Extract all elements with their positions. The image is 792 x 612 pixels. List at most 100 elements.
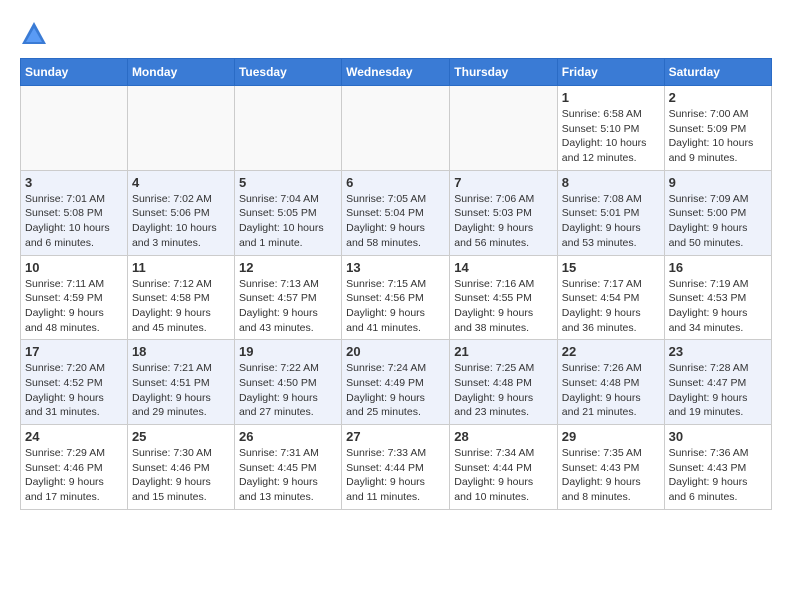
day-info: Sunrise: 7:02 AM Sunset: 5:06 PM Dayligh…	[132, 192, 230, 251]
weekday-header: Sunday	[21, 59, 128, 86]
calendar-cell: 23 Sunrise: 7:28 AM Sunset: 4:47 PM Dayli…	[664, 340, 771, 425]
day-info: Sunrise: 7:36 AM Sunset: 4:43 PM Dayligh…	[669, 446, 767, 505]
day-number: 10	[25, 260, 123, 275]
day-number: 23	[669, 344, 767, 359]
calendar-cell: 14 Sunrise: 7:16 AM Sunset: 4:55 PM Dayli…	[450, 255, 558, 340]
calendar-cell	[450, 86, 558, 171]
day-number: 14	[454, 260, 553, 275]
day-number: 3	[25, 175, 123, 190]
day-number: 12	[239, 260, 337, 275]
day-number: 18	[132, 344, 230, 359]
day-number: 29	[562, 429, 660, 444]
weekday-header: Monday	[127, 59, 234, 86]
day-info: Sunrise: 7:21 AM Sunset: 4:51 PM Dayligh…	[132, 361, 230, 420]
day-number: 17	[25, 344, 123, 359]
logo-icon	[20, 20, 48, 48]
day-number: 24	[25, 429, 123, 444]
calendar-cell: 2 Sunrise: 7:00 AM Sunset: 5:09 PM Daylig…	[664, 86, 771, 171]
calendar-cell: 29 Sunrise: 7:35 AM Sunset: 4:43 PM Dayli…	[557, 425, 664, 510]
weekday-header: Tuesday	[234, 59, 341, 86]
day-number: 30	[669, 429, 767, 444]
calendar-cell: 26 Sunrise: 7:31 AM Sunset: 4:45 PM Dayli…	[234, 425, 341, 510]
calendar-cell: 30 Sunrise: 7:36 AM Sunset: 4:43 PM Dayli…	[664, 425, 771, 510]
day-info: Sunrise: 7:26 AM Sunset: 4:48 PM Dayligh…	[562, 361, 660, 420]
day-info: Sunrise: 7:11 AM Sunset: 4:59 PM Dayligh…	[25, 277, 123, 336]
day-number: 21	[454, 344, 553, 359]
calendar-cell: 10 Sunrise: 7:11 AM Sunset: 4:59 PM Dayli…	[21, 255, 128, 340]
day-number: 8	[562, 175, 660, 190]
day-number: 20	[346, 344, 445, 359]
day-info: Sunrise: 7:35 AM Sunset: 4:43 PM Dayligh…	[562, 446, 660, 505]
day-number: 7	[454, 175, 553, 190]
calendar-header: SundayMondayTuesdayWednesdayThursdayFrid…	[21, 59, 772, 86]
day-number: 16	[669, 260, 767, 275]
calendar-cell	[234, 86, 341, 171]
day-info: Sunrise: 7:19 AM Sunset: 4:53 PM Dayligh…	[669, 277, 767, 336]
day-number: 27	[346, 429, 445, 444]
day-info: Sunrise: 7:15 AM Sunset: 4:56 PM Dayligh…	[346, 277, 445, 336]
weekday-header: Saturday	[664, 59, 771, 86]
day-info: Sunrise: 7:34 AM Sunset: 4:44 PM Dayligh…	[454, 446, 553, 505]
day-info: Sunrise: 6:58 AM Sunset: 5:10 PM Dayligh…	[562, 107, 660, 166]
calendar-cell: 20 Sunrise: 7:24 AM Sunset: 4:49 PM Dayli…	[342, 340, 450, 425]
calendar-cell: 19 Sunrise: 7:22 AM Sunset: 4:50 PM Dayli…	[234, 340, 341, 425]
calendar-cell: 8 Sunrise: 7:08 AM Sunset: 5:01 PM Daylig…	[557, 170, 664, 255]
day-info: Sunrise: 7:00 AM Sunset: 5:09 PM Dayligh…	[669, 107, 767, 166]
day-info: Sunrise: 7:13 AM Sunset: 4:57 PM Dayligh…	[239, 277, 337, 336]
day-info: Sunrise: 7:22 AM Sunset: 4:50 PM Dayligh…	[239, 361, 337, 420]
day-number: 1	[562, 90, 660, 105]
day-number: 19	[239, 344, 337, 359]
calendar-cell	[342, 86, 450, 171]
day-info: Sunrise: 7:20 AM Sunset: 4:52 PM Dayligh…	[25, 361, 123, 420]
day-info: Sunrise: 7:31 AM Sunset: 4:45 PM Dayligh…	[239, 446, 337, 505]
day-info: Sunrise: 7:06 AM Sunset: 5:03 PM Dayligh…	[454, 192, 553, 251]
day-number: 6	[346, 175, 445, 190]
day-number: 5	[239, 175, 337, 190]
calendar-table: SundayMondayTuesdayWednesdayThursdayFrid…	[20, 58, 772, 510]
day-number: 13	[346, 260, 445, 275]
day-info: Sunrise: 7:28 AM Sunset: 4:47 PM Dayligh…	[669, 361, 767, 420]
calendar-cell: 3 Sunrise: 7:01 AM Sunset: 5:08 PM Daylig…	[21, 170, 128, 255]
day-info: Sunrise: 7:09 AM Sunset: 5:00 PM Dayligh…	[669, 192, 767, 251]
calendar-cell	[127, 86, 234, 171]
day-info: Sunrise: 7:25 AM Sunset: 4:48 PM Dayligh…	[454, 361, 553, 420]
weekday-header: Thursday	[450, 59, 558, 86]
weekday-header: Friday	[557, 59, 664, 86]
calendar-cell: 24 Sunrise: 7:29 AM Sunset: 4:46 PM Dayli…	[21, 425, 128, 510]
day-info: Sunrise: 7:01 AM Sunset: 5:08 PM Dayligh…	[25, 192, 123, 251]
day-number: 25	[132, 429, 230, 444]
calendar-cell: 5 Sunrise: 7:04 AM Sunset: 5:05 PM Daylig…	[234, 170, 341, 255]
day-info: Sunrise: 7:33 AM Sunset: 4:44 PM Dayligh…	[346, 446, 445, 505]
calendar-cell: 15Sunrise: 7:17 AM Sunset: 4:54 PM Dayli…	[557, 255, 664, 340]
day-info: Sunrise: 7:29 AM Sunset: 4:46 PM Dayligh…	[25, 446, 123, 505]
calendar-cell: 1 Sunrise: 6:58 AM Sunset: 5:10 PM Daylig…	[557, 86, 664, 171]
day-info: Sunrise: 7:08 AM Sunset: 5:01 PM Dayligh…	[562, 192, 660, 251]
day-number: 4	[132, 175, 230, 190]
day-info: Sunrise: 7:12 AM Sunset: 4:58 PM Dayligh…	[132, 277, 230, 336]
day-info: Sunrise: 7:30 AM Sunset: 4:46 PM Dayligh…	[132, 446, 230, 505]
day-info: Sunrise: 7:17 AM Sunset: 4:54 PM Dayligh…	[562, 277, 660, 336]
calendar-cell: 17 Sunrise: 7:20 AM Sunset: 4:52 PM Dayli…	[21, 340, 128, 425]
calendar-cell: 18 Sunrise: 7:21 AM Sunset: 4:51 PM Dayli…	[127, 340, 234, 425]
calendar-cell: 16 Sunrise: 7:19 AM Sunset: 4:53 PM Dayli…	[664, 255, 771, 340]
calendar-cell: 6 Sunrise: 7:05 AM Sunset: 5:04 PM Daylig…	[342, 170, 450, 255]
weekday-header: Wednesday	[342, 59, 450, 86]
calendar-cell: 12 Sunrise: 7:13 AM Sunset: 4:57 PM Dayli…	[234, 255, 341, 340]
day-info: Sunrise: 7:04 AM Sunset: 5:05 PM Dayligh…	[239, 192, 337, 251]
calendar-cell: 21 Sunrise: 7:25 AM Sunset: 4:48 PM Dayli…	[450, 340, 558, 425]
day-number: 11	[132, 260, 230, 275]
calendar-cell: 4 Sunrise: 7:02 AM Sunset: 5:06 PM Daylig…	[127, 170, 234, 255]
calendar-cell	[21, 86, 128, 171]
day-info: Sunrise: 7:16 AM Sunset: 4:55 PM Dayligh…	[454, 277, 553, 336]
day-info: Sunrise: 7:24 AM Sunset: 4:49 PM Dayligh…	[346, 361, 445, 420]
day-number: 28	[454, 429, 553, 444]
calendar-cell: 25 Sunrise: 7:30 AM Sunset: 4:46 PM Dayli…	[127, 425, 234, 510]
day-number: 26	[239, 429, 337, 444]
calendar-cell: 27 Sunrise: 7:33 AM Sunset: 4:44 PM Dayli…	[342, 425, 450, 510]
day-number: 22	[562, 344, 660, 359]
day-info: Sunrise: 7:05 AM Sunset: 5:04 PM Dayligh…	[346, 192, 445, 251]
calendar-cell: 7 Sunrise: 7:06 AM Sunset: 5:03 PM Daylig…	[450, 170, 558, 255]
calendar-cell: 13 Sunrise: 7:15 AM Sunset: 4:56 PM Dayli…	[342, 255, 450, 340]
day-number: 2	[669, 90, 767, 105]
calendar-cell: 9Sunrise: 7:09 AM Sunset: 5:00 PM Daylig…	[664, 170, 771, 255]
